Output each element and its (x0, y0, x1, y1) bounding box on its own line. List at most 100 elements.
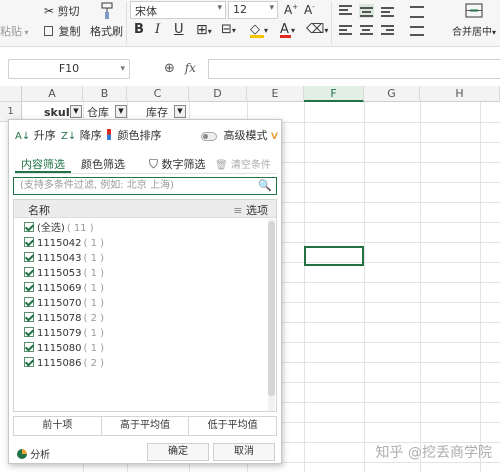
clear-condition-button[interactable]: 🗑 清空条件 (215, 156, 271, 171)
align-bottom-icon[interactable] (380, 4, 395, 18)
column-header-c[interactable]: C (127, 86, 189, 102)
column-header-g[interactable]: G (364, 86, 420, 102)
active-cell[interactable] (304, 246, 364, 266)
column-header-e[interactable]: E (247, 86, 304, 102)
name-box[interactable]: F10 ▾ (8, 59, 130, 79)
merge-cells-icon[interactable]: ⊟▾ (221, 22, 236, 37)
scrollbar-thumb[interactable] (268, 221, 275, 396)
list-header-options: 选项 (246, 204, 268, 217)
checkbox-checked[interactable] (24, 357, 34, 367)
checkbox-checked[interactable] (24, 252, 34, 262)
merge-center-icon (465, 3, 483, 18)
checkbox-checked[interactable] (24, 342, 34, 352)
checkbox-checked[interactable] (24, 282, 34, 292)
divider (15, 173, 277, 174)
list-item[interactable]: 1115070( 1 ) (24, 296, 104, 311)
align-right-icon[interactable] (380, 24, 395, 38)
zoom-search-icon[interactable]: ⊕ (164, 61, 175, 76)
number-filter-button[interactable]: ⛉ 数字筛选 (149, 156, 206, 172)
paste-button[interactable]: 粘贴 ▾ (0, 23, 29, 39)
analysis-button[interactable]: 分析 (17, 446, 50, 461)
bold-button[interactable]: B (134, 22, 144, 37)
sort-descending-button[interactable]: Z↓ 降序 (61, 127, 102, 143)
column-header-h[interactable]: H (420, 86, 500, 102)
sort-ascending-label: 升序 (33, 129, 56, 142)
justify-icons[interactable] (410, 6, 424, 21)
italic-button[interactable]: I (155, 22, 160, 37)
ok-button[interactable]: 确定 (147, 443, 209, 461)
fill-color-button[interactable]: ◇ ▾ (250, 22, 268, 38)
advanced-mode-toggle[interactable]: 高级模式 V (201, 127, 278, 143)
font-color-button[interactable]: A ▾ (280, 22, 295, 38)
underline-button[interactable]: U (174, 22, 184, 37)
filter-dropdown-b[interactable]: ▼ (115, 105, 127, 118)
cancel-button[interactable]: 取消 (213, 443, 275, 461)
search-icon[interactable]: 🔍 (258, 178, 272, 194)
checkbox-checked[interactable] (24, 297, 34, 307)
copy-button[interactable]: 复制 (44, 23, 81, 39)
borders-icon[interactable]: ⊞▾ (196, 22, 212, 38)
list-item[interactable]: 1115086( 2 ) (24, 356, 104, 371)
below-average-button[interactable]: 低于平均值 (189, 417, 276, 435)
eraser-icon[interactable]: ⌫▾ (306, 22, 328, 37)
format-painter-button[interactable]: 格式刷 (90, 2, 123, 39)
list-scrollbar[interactable] (268, 219, 275, 411)
sort-ascending-button[interactable]: A↓ 升序 (15, 127, 56, 143)
font-size-select[interactable]: 12 ▾ (228, 1, 278, 19)
merge-center-label: 合并居中 (451, 27, 492, 38)
select-all-corner[interactable] (0, 86, 22, 102)
align-top-icon[interactable] (338, 4, 353, 18)
horizontal-align-group (338, 24, 401, 41)
list-item[interactable]: (全选)( 11 ) (24, 221, 94, 236)
divider (331, 2, 332, 44)
align-middle-icon[interactable] (359, 4, 374, 18)
list-item[interactable]: 1115079( 1 ) (24, 326, 104, 341)
divider (126, 2, 127, 44)
checkbox-checked[interactable] (24, 267, 34, 277)
formula-input[interactable] (208, 59, 500, 79)
justify-icon (410, 6, 424, 18)
filter-search-input[interactable]: (支持多条件过滤, 例如: 北京 上海) 🔍 (13, 177, 277, 195)
tab-content-filter[interactable]: 内容筛选 (21, 156, 65, 172)
align-left-icon[interactable] (338, 24, 353, 38)
list-options-icon: ≡ (233, 204, 243, 217)
align-center-icon[interactable] (359, 24, 374, 38)
options-menu-button[interactable]: ≡ 选项 (233, 202, 268, 218)
above-average-button[interactable]: 高于平均值 (102, 417, 190, 435)
font-size-down-button[interactable]: A- (304, 3, 315, 17)
checkbox-checked[interactable] (24, 327, 34, 337)
font-name-select[interactable]: 宋体 ▾ (130, 1, 226, 19)
number-filter-label: 数字筛选 (161, 158, 206, 171)
column-header-d[interactable]: D (189, 86, 247, 102)
sort-by-color-button[interactable]: 颜色排序 (107, 127, 162, 143)
checkbox-checked[interactable] (24, 312, 34, 322)
list-item[interactable]: 1115043( 1 ) (24, 251, 104, 266)
list-item[interactable]: 1115042( 1 ) (24, 236, 104, 251)
list-item[interactable]: 1115053( 1 ) (24, 266, 104, 281)
column-header-f[interactable]: F (304, 86, 364, 102)
cut-button[interactable]: ✂ 剪切 (44, 3, 80, 19)
funnel-icon: ⛉ (149, 157, 159, 171)
distributed-icon[interactable] (410, 26, 424, 39)
top-ten-button[interactable]: 前十项 (14, 417, 102, 435)
fx-icon[interactable]: fx (185, 61, 196, 75)
checkbox-checked[interactable] (24, 222, 34, 232)
advanced-mode-label: 高级模式 (223, 129, 268, 142)
merge-center-button[interactable]: 合并居中▾ (448, 2, 500, 38)
filter-dropdown-a[interactable]: ▼ (70, 105, 82, 118)
font-size-up-button[interactable]: A+ (284, 3, 298, 17)
list-item[interactable]: 1115080( 1 ) (24, 341, 104, 356)
tab-color-filter[interactable]: 颜色筛选 (81, 156, 125, 172)
search-placeholder: (支持多条件过滤, 例如: 北京 上海) (20, 180, 174, 191)
list-item[interactable]: 1115078( 2 ) (24, 311, 104, 326)
font-size-value: 12 (233, 3, 247, 16)
quick-filter-bar: 前十项 高于平均值 低于平均值 (13, 416, 277, 436)
checkbox-checked[interactable] (24, 237, 34, 247)
scissors-icon: ✂ (44, 4, 55, 18)
filter-dropdown-c[interactable]: ▼ (174, 105, 186, 118)
list-item[interactable]: 1115069( 1 ) (24, 281, 104, 296)
column-header-a[interactable]: A (22, 86, 83, 102)
list-header-name: 名称 (28, 204, 50, 217)
copy-label: 复制 (58, 25, 81, 38)
column-header-b[interactable]: B (83, 86, 127, 102)
